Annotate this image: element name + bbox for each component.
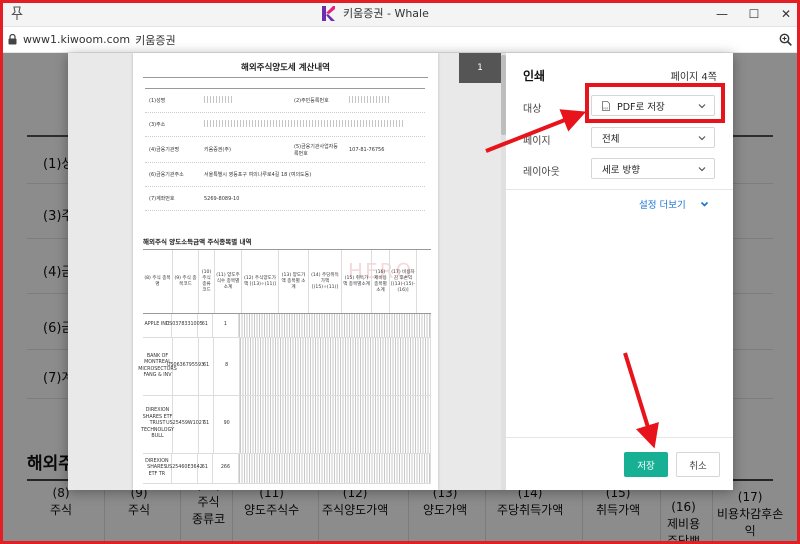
more-settings-link[interactable]: 설정 더보기 <box>639 197 709 211</box>
print-title: 인쇄 <box>523 69 546 83</box>
settings-footer-divider <box>506 437 733 438</box>
table-row: DIREXION SHARES ETF TRUST TECHNOLOGY BUL… <box>141 396 431 454</box>
stock-table-header: (8) 주식 종목명 (9) 주식 종목코드 (10) 주식 종류 코드 (11… <box>143 250 431 314</box>
info-row: (7)계좌번호 5269-8089-10 <box>145 187 425 211</box>
site-name: 키움증권 <box>135 33 176 47</box>
lock-icon <box>8 34 17 45</box>
layout-select[interactable]: 세로 방향 <box>591 158 715 179</box>
zoom-icon[interactable] <box>779 33 792 46</box>
annotation-highlight-box <box>585 83 725 123</box>
info-row: (6)금융기관주소 서울특별시 영등포구 여의나루로4길 18 (여의도동) <box>145 163 425 187</box>
table-row: DIREXION SHARES ETF TR US25460E3642 61 2… <box>143 454 431 484</box>
page-count: 페이지 4쪽 <box>670 72 717 83</box>
print-preview-pane[interactable]: 해외주식양도세 계산내역 (1)성명 (2)주민등록번호 (3)주소 (4)금융… <box>68 53 506 490</box>
layout-label: 레이아웃 <box>523 167 560 178</box>
window-title-group: 키움증권 - Whale <box>322 5 429 21</box>
address-bar[interactable]: www1.kiwoom.com 키움증권 <box>0 27 800 53</box>
info-row: (3)주소 <box>145 113 425 137</box>
destination-label: 대상 <box>523 104 542 115</box>
chevron-down-icon <box>698 136 706 141</box>
title-bar: 키움증권 - Whale — ☐ ✕ <box>0 0 800 27</box>
url-text[interactable]: www1.kiwoom.com <box>23 33 130 46</box>
kiwoom-logo-icon <box>322 5 335 21</box>
info-row: (1)성명 (2)주민등록번호 <box>145 89 425 113</box>
settings-divider <box>506 189 733 190</box>
info-row: (4)금융기관명 키움증권(주) (5)금융기관사업자등록번호 107-81-7… <box>145 137 425 163</box>
pin-icon[interactable] <box>10 5 24 21</box>
chevron-down-icon <box>700 201 708 207</box>
pages-select[interactable]: 전체 <box>591 127 715 148</box>
pages-value: 전체 <box>602 133 620 145</box>
layout-value: 세로 방향 <box>602 164 640 176</box>
pages-label: 페이지 <box>523 136 551 147</box>
preview-sub-title: 해외주식 양도소득금액 주식종목별 내역 <box>143 238 252 246</box>
preview-info-table: (1)성명 (2)주민등록번호 (3)주소 (4)금융기관명 키움증권(주) (… <box>145 88 425 211</box>
save-button[interactable]: 저장 <box>624 452 668 477</box>
preview-doc-title: 해외주식양도세 계산내역 <box>241 63 330 73</box>
close-button[interactable]: ✕ <box>763 0 800 27</box>
table-row: BANK OF MONTREAL MICROSECTORS FANG & INV… <box>138 338 431 396</box>
page-number-badge[interactable]: 1 <box>459 53 506 83</box>
table-row: APPLE INC US0378331005 61 1 <box>143 314 431 338</box>
cancel-button[interactable]: 취소 <box>676 452 720 477</box>
chevron-down-icon <box>698 167 706 172</box>
window-title: 키움증권 - Whale <box>343 7 429 20</box>
preview-stock-table: (8) 주식 종목명 (9) 주식 종목코드 (10) 주식 종류 코드 (11… <box>138 249 431 484</box>
preview-page: 해외주식양도세 계산내역 (1)성명 (2)주민등록번호 (3)주소 (4)금융… <box>133 53 438 490</box>
